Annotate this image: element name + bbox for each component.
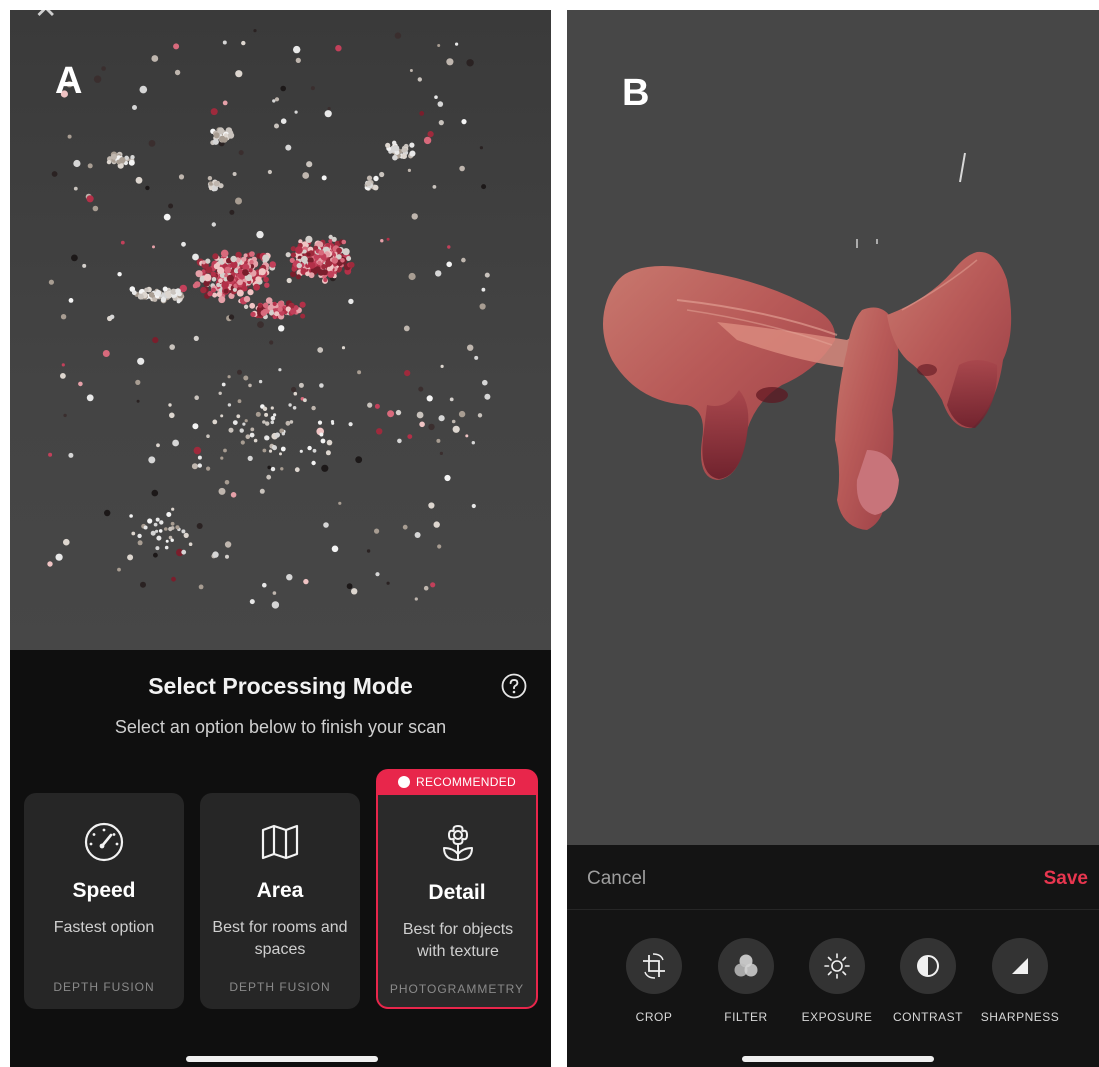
home-indicator bbox=[186, 1056, 378, 1062]
tool-crop[interactable]: CROP bbox=[614, 938, 694, 1024]
mode-tech: PHOTOGRAMMETRY bbox=[389, 982, 525, 996]
badge-icon bbox=[398, 776, 411, 788]
save-button[interactable]: Save bbox=[1044, 868, 1088, 890]
mode-card-area[interactable]: Area Best for rooms and spaces DEPTH FUS… bbox=[200, 793, 360, 1009]
help-icon[interactable] bbox=[501, 673, 527, 699]
speedometer-icon bbox=[84, 822, 124, 862]
point-cloud-viewport[interactable]: ✕ A bbox=[10, 10, 551, 650]
cancel-button[interactable]: Cancel bbox=[587, 868, 646, 890]
mode-desc: Best for objects with texture bbox=[402, 921, 514, 960]
point-cloud bbox=[47, 29, 491, 609]
tool-sharpness[interactable]: SHARPNESS bbox=[980, 938, 1060, 1024]
filter-icon bbox=[734, 954, 758, 977]
toolbar-divider bbox=[567, 909, 1099, 910]
mode-desc: Best for rooms and spaces bbox=[212, 919, 348, 958]
tissue-model bbox=[603, 152, 1012, 530]
panel-b: B Cancel Save CROP FILTER EXPOSURE CONTR… bbox=[567, 10, 1099, 1067]
mode-card-detail[interactable]: Detail Best for objects with texture PHO… bbox=[376, 793, 538, 1009]
tool-label: CROP bbox=[635, 1010, 673, 1024]
recommended-label: RECOMMENDED bbox=[416, 775, 516, 789]
panel-letter-a: A bbox=[55, 60, 83, 102]
contrast-icon bbox=[917, 955, 939, 977]
sheet-title: Select Processing Mode bbox=[148, 673, 413, 699]
map-icon bbox=[261, 824, 299, 860]
mode-tech: DEPTH FUSION bbox=[53, 980, 155, 994]
mode-name: Area bbox=[256, 879, 304, 902]
panel-a: ✕ A Select Processing Mode Select an opt… bbox=[10, 10, 551, 1067]
mode-name: Detail bbox=[428, 881, 486, 904]
crop-rotate-icon bbox=[643, 953, 665, 979]
mode-tech: DEPTH FUSION bbox=[229, 980, 331, 994]
tool-label: FILTER bbox=[724, 1010, 768, 1024]
mode-name: Speed bbox=[72, 879, 136, 902]
sheet-subtitle: Select an option below to finish your sc… bbox=[114, 717, 447, 737]
flower-icon bbox=[443, 824, 473, 861]
recommended-badge: RECOMMENDED bbox=[376, 769, 538, 795]
tool-filter[interactable]: FILTER bbox=[706, 938, 786, 1024]
home-indicator bbox=[742, 1056, 934, 1062]
model-viewport[interactable]: B bbox=[567, 10, 1099, 845]
mode-card-speed[interactable]: Speed Fastest option DEPTH FUSION bbox=[24, 793, 184, 1009]
tool-exposure[interactable]: EXPOSURE bbox=[797, 938, 877, 1024]
tool-contrast[interactable]: CONTRAST bbox=[888, 938, 968, 1024]
tool-label: SHARPNESS bbox=[980, 1010, 1060, 1024]
mode-desc: Fastest option bbox=[53, 919, 155, 936]
sun-icon bbox=[824, 953, 850, 979]
tool-label: EXPOSURE bbox=[801, 1010, 873, 1024]
tool-label: CONTRAST bbox=[893, 1010, 963, 1024]
sharpness-icon bbox=[1012, 958, 1028, 974]
close-icon[interactable]: ✕ bbox=[34, 10, 57, 25]
